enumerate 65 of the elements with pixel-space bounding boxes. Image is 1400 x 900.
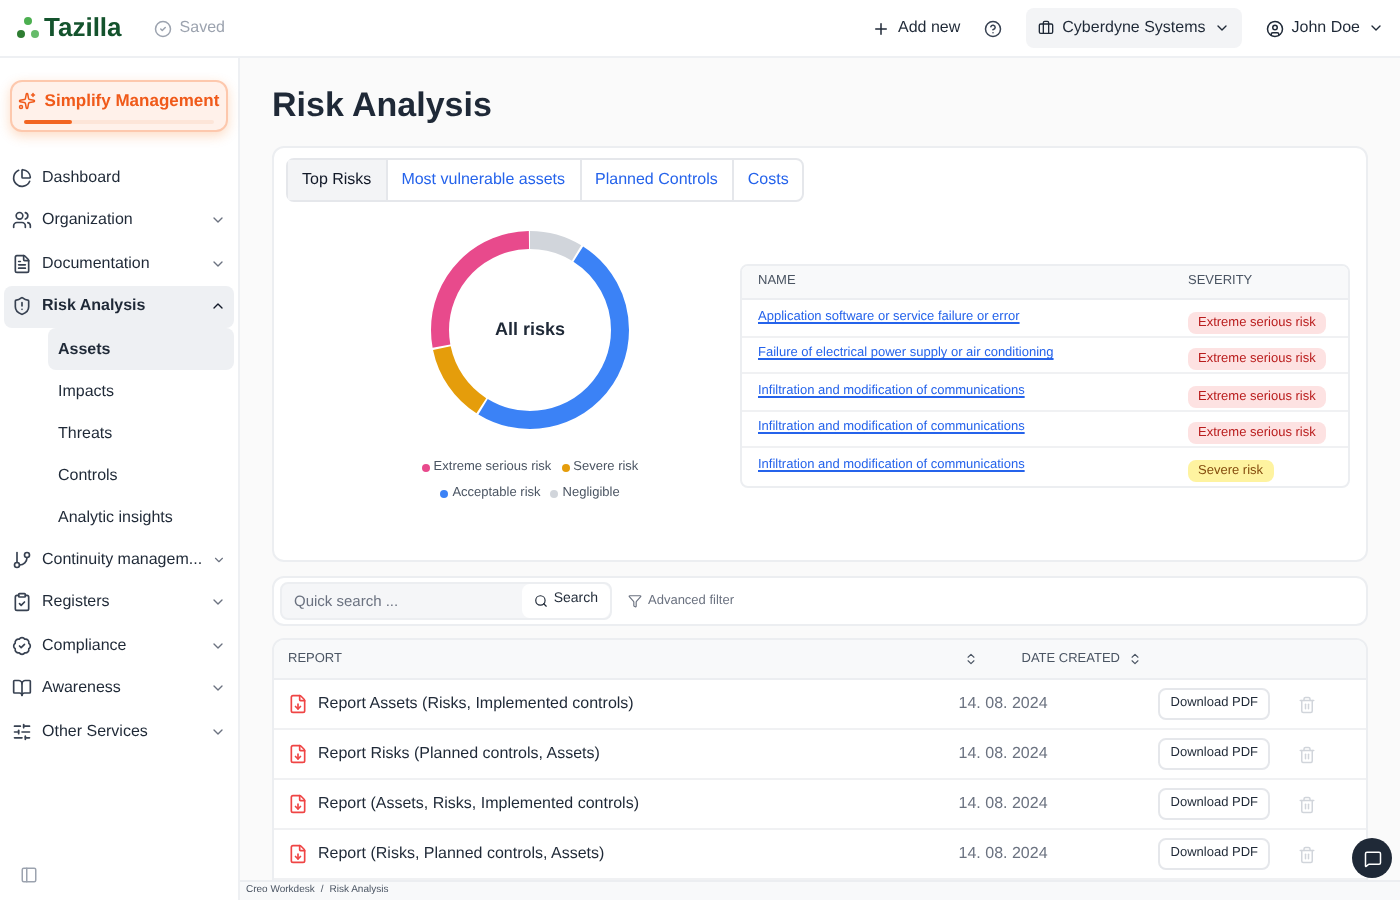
add-new-button[interactable]: Add new	[872, 16, 961, 40]
collapse-sidebar-icon[interactable]	[20, 866, 38, 884]
sidebar-subitem[interactable]: Controls	[48, 454, 234, 496]
people-icon	[12, 210, 32, 231]
branch-icon	[12, 549, 32, 570]
trash-icon[interactable]	[1298, 745, 1316, 763]
trash-icon[interactable]	[1298, 695, 1316, 713]
sidebar-subitem[interactable]: Impacts	[48, 370, 234, 412]
sort-icon[interactable]	[1128, 652, 1142, 666]
date-created: 14. 08. 2024	[958, 842, 1050, 866]
shield-icon	[12, 296, 32, 317]
sparkle-icon	[18, 92, 37, 110]
pdf-file-icon	[288, 794, 308, 814]
page-title: Risk Analysis	[272, 84, 494, 128]
logo-text: Tazilla	[44, 10, 122, 47]
tab[interactable]: Costs	[733, 160, 803, 200]
sidebar-item[interactable]: Dashboard	[4, 156, 234, 199]
briefcase-icon	[1038, 20, 1055, 36]
sort-icon[interactable]	[963, 652, 978, 666]
filter-icon	[628, 594, 642, 608]
date-created: 14. 08. 2024	[958, 692, 1050, 716]
user-menu[interactable]: John Doe	[1265, 16, 1384, 40]
sidebar-item[interactable]: Compliance	[4, 624, 234, 667]
company-selector[interactable]: Cyberdyne Systems	[1026, 8, 1242, 48]
sidebar-item[interactable]: Continuity managem...	[4, 538, 234, 581]
report-name: Report Assets (Risks, Implemented controls)	[318, 692, 636, 716]
pdf-file-icon	[288, 694, 308, 714]
sliders-icon	[12, 721, 32, 742]
plus-icon	[872, 19, 891, 37]
sidebar-subitem[interactable]: Assets	[48, 328, 234, 370]
chevron-down-icon	[1368, 20, 1384, 36]
trash-icon[interactable]	[1298, 845, 1316, 863]
chat-icon	[1363, 849, 1381, 867]
search-icon	[533, 594, 548, 608]
sidebar-subitem[interactable]: Threats	[48, 412, 234, 454]
book-icon	[12, 678, 32, 699]
pdf-file-icon	[288, 844, 308, 864]
saved-status: Saved	[179, 16, 225, 40]
user-icon	[1265, 19, 1284, 37]
tab[interactable]: Top Risks	[288, 160, 388, 200]
logo-icon	[16, 16, 40, 40]
sidebar-subitem[interactable]: Analytic insights	[48, 496, 234, 538]
pie-chart-icon	[12, 167, 32, 188]
badge-check-icon	[12, 635, 32, 656]
sidebar-item[interactable]: Documentation	[4, 242, 234, 285]
tab[interactable]: Planned Controls	[581, 160, 734, 200]
trash-icon[interactable]	[1298, 795, 1316, 813]
pdf-file-icon	[288, 744, 308, 764]
sidebar-item[interactable]: Awareness	[4, 667, 234, 710]
donut-center-label: All risks	[494, 316, 566, 343]
sidebar-item[interactable]: Registers	[4, 581, 234, 624]
sidebar-item[interactable]: Risk Analysis	[4, 285, 234, 328]
report-name: Report (Risks, Planned controls, Assets)	[318, 842, 607, 866]
date-created: 14. 08. 2024	[958, 792, 1050, 816]
report-name: Report (Assets, Risks, Implemented controls)	[318, 792, 641, 816]
clipboard-icon	[12, 592, 32, 613]
date-created: 14. 08. 2024	[958, 742, 1050, 766]
check-icon	[153, 19, 172, 37]
help-icon[interactable]	[984, 19, 1003, 37]
tab[interactable]: Most vulnerable assets	[387, 160, 582, 200]
report-name: Report Risks (Planned controls, Assets)	[318, 742, 602, 766]
sidebar-item[interactable]: Other Services	[4, 710, 234, 753]
sidebar-item[interactable]: Organization	[4, 199, 234, 242]
chevron-down-icon	[1213, 20, 1230, 36]
document-icon	[12, 253, 32, 274]
